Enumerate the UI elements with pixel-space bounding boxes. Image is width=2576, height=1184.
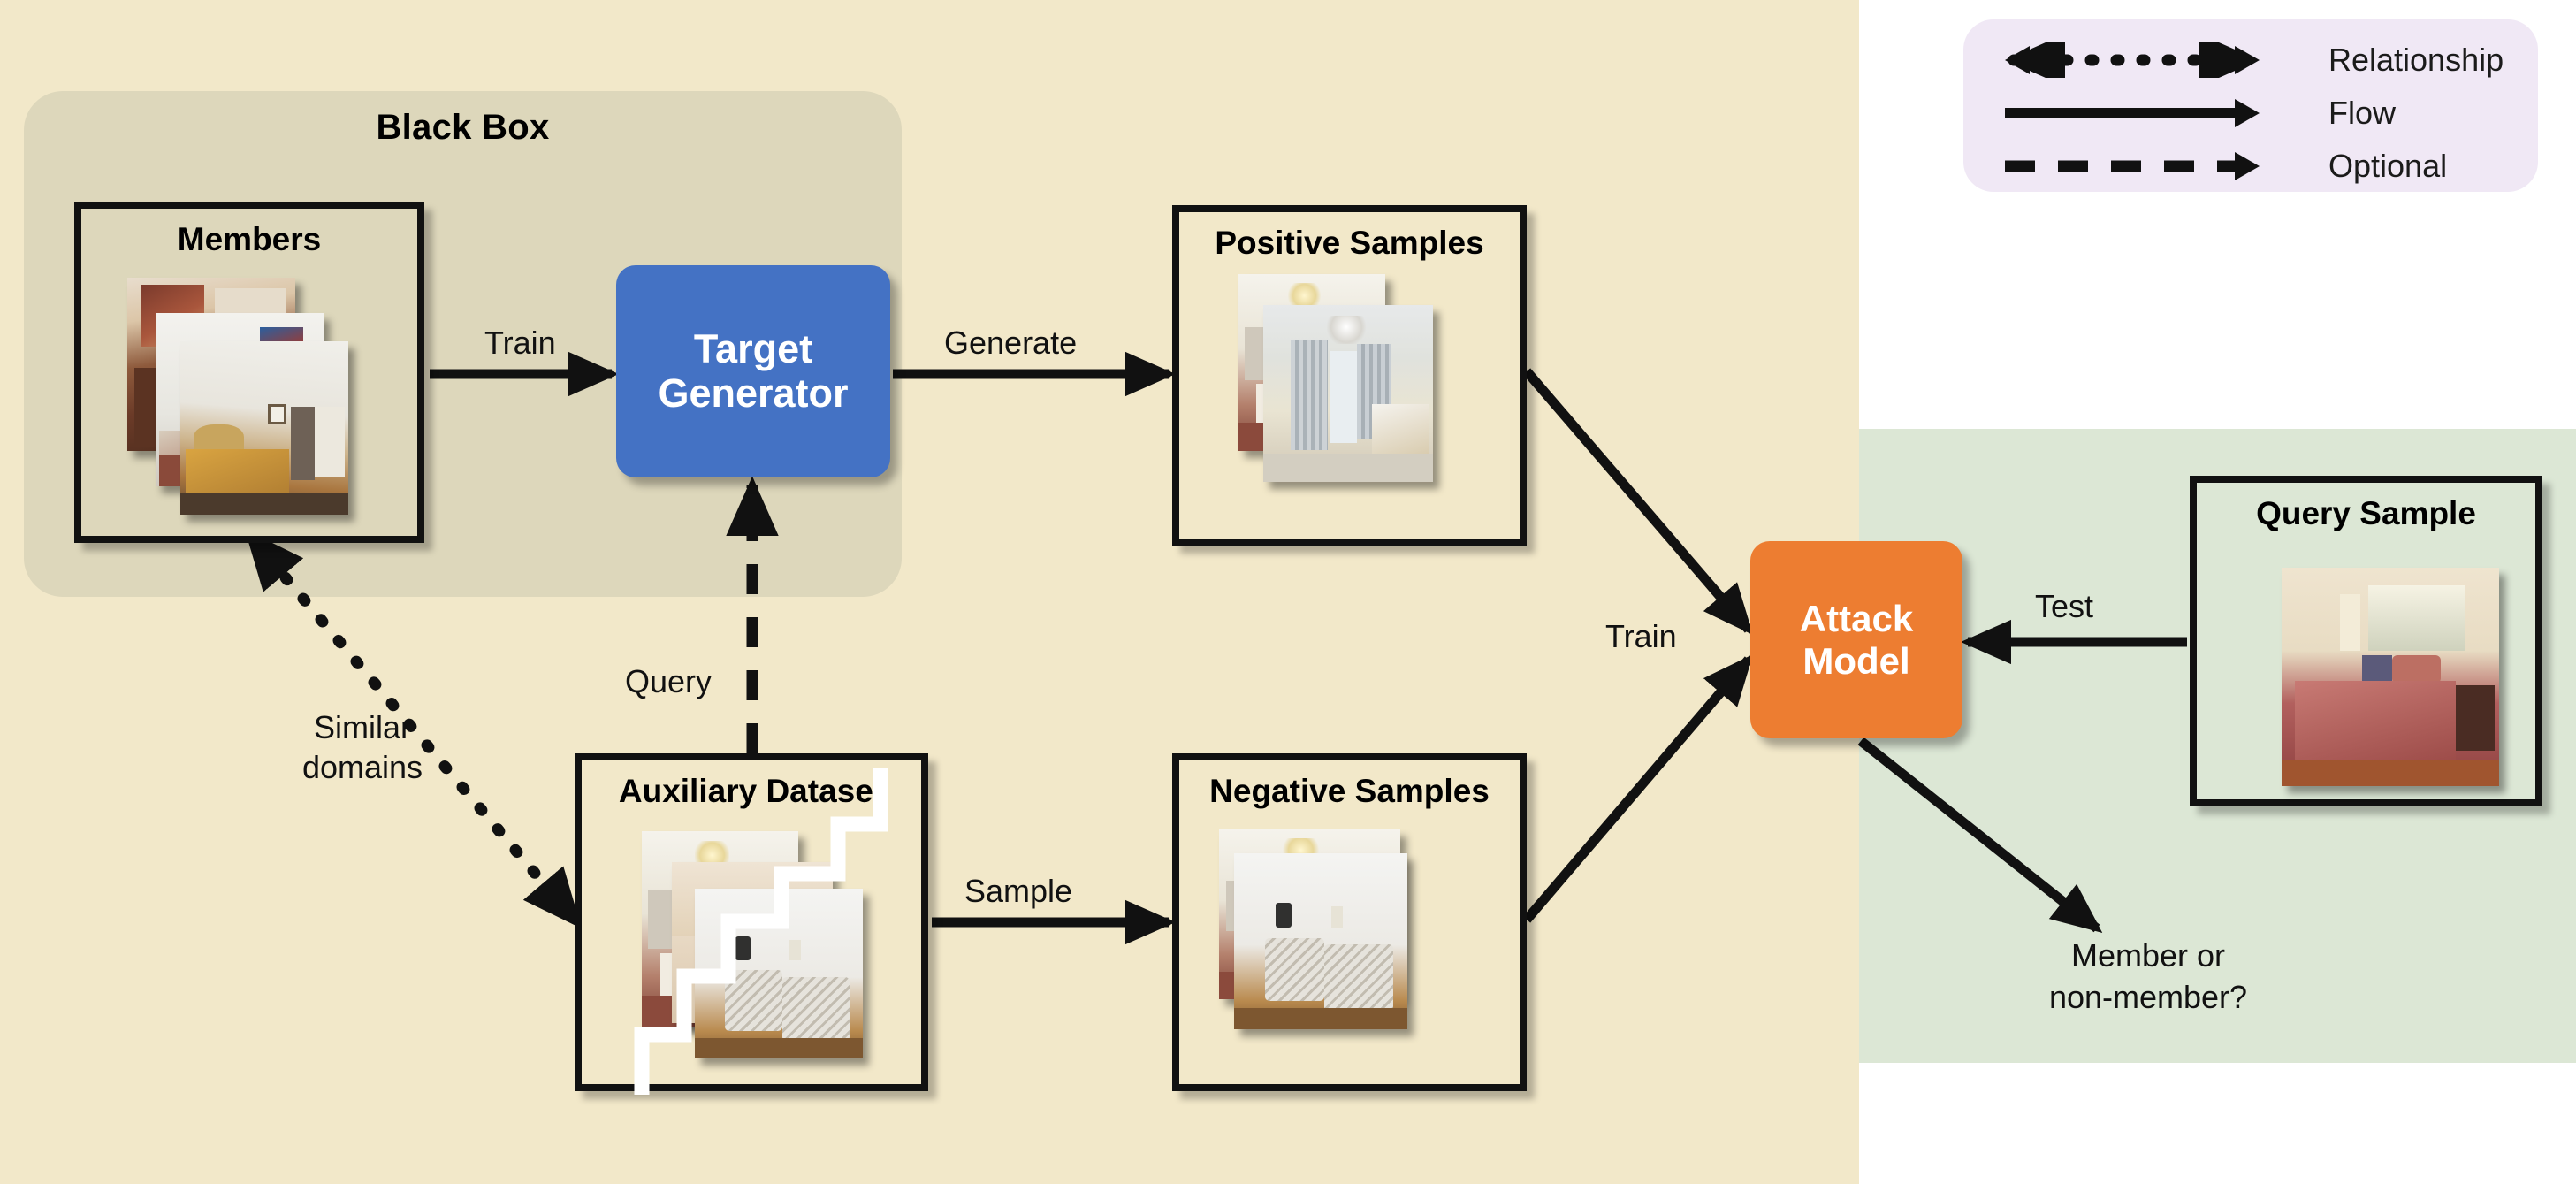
negative-photo-2 — [1234, 853, 1407, 1029]
attack-model-label: Attack Model — [1799, 598, 1914, 682]
legend-label-optional: Optional — [2328, 147, 2448, 184]
target-generator-node[interactable]: Target Generator — [616, 265, 890, 477]
legend-item-optional: Optional — [2000, 141, 2512, 190]
positive-samples-caption: Positive Samples — [1215, 225, 1484, 261]
negative-samples-box: Negative Samples — [1172, 753, 1527, 1091]
legend-label-relationship: Relationship — [2328, 41, 2504, 78]
members-caption: Members — [177, 221, 322, 257]
edge-label-train-attack: Train — [1605, 618, 1677, 654]
negative-samples-caption: Negative Samples — [1209, 773, 1490, 809]
positive-samples-box: Positive Samples — [1172, 205, 1527, 546]
target-generator-label: Target Generator — [658, 325, 849, 416]
edge-label-sample: Sample — [964, 873, 1073, 909]
relationship-arrow-icon — [2005, 42, 2260, 78]
auxiliary-dataset-box: Auxiliary Dataset — [575, 753, 928, 1095]
diagram-canvas: Black Box Members Target Generator Posit… — [0, 0, 2576, 1184]
members-box: Members — [74, 202, 424, 543]
edge-label-train-generator: Train — [484, 325, 556, 361]
member-photo-3 — [180, 341, 348, 515]
legend-label-flow: Flow — [2328, 94, 2397, 131]
auxiliary-cut-overlay — [634, 768, 888, 1095]
legend-item-relationship: Relationship — [2000, 35, 2512, 84]
query-sample-box: Query Sample — [2190, 476, 2542, 806]
decision-output-label: Member or non-member? — [2048, 937, 2248, 1015]
attack-model-node[interactable]: Attack Model — [1750, 541, 1962, 738]
query-sample-caption: Query Sample — [2256, 495, 2476, 531]
positive-photo-2 — [1263, 305, 1433, 482]
legend-item-flow: Flow — [2000, 88, 2512, 137]
flow-arrow-icon — [2005, 98, 2260, 127]
query-photo-1 — [2282, 568, 2499, 786]
edge-label-generate: Generate — [944, 325, 1078, 361]
edge-label-similar-domains: Similar domains — [301, 709, 423, 785]
edge-label-test: Test — [2035, 588, 2094, 624]
edge-label-query: Query — [625, 663, 713, 699]
black-box-title: Black Box — [376, 108, 550, 147]
optional-arrow-icon — [2005, 151, 2260, 180]
